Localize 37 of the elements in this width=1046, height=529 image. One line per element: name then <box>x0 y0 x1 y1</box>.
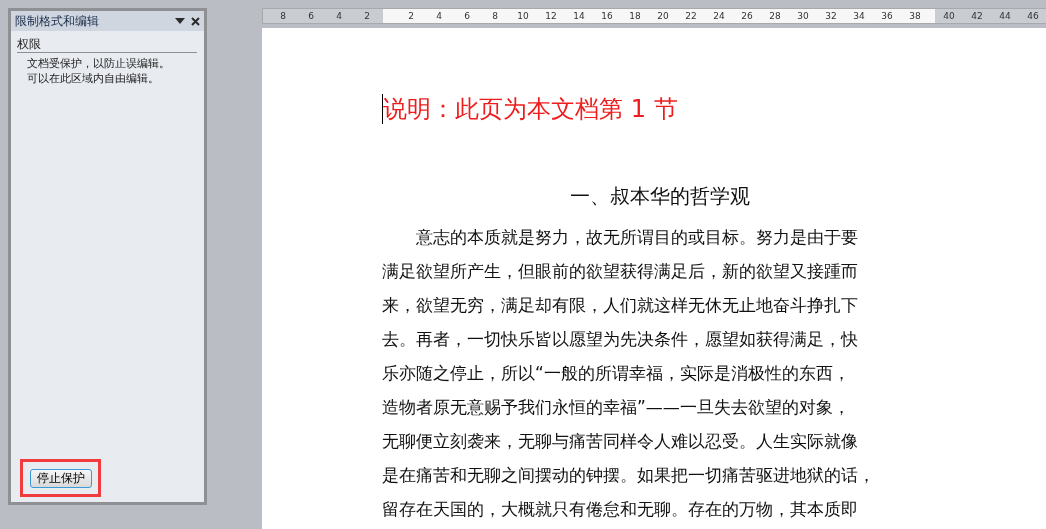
ruler-label: 28 <box>768 10 782 23</box>
ruler-label: 26 <box>740 10 754 23</box>
dropdown-icon[interactable] <box>175 18 185 24</box>
ruler-label: 36 <box>880 10 894 23</box>
ruler-label: 4 <box>435 10 443 23</box>
body-paragraph: 意志的本质就是努力，故无所谓目的或目标。努力是由于要 满足欲望所产生，但眼前的欲望获得满足后，新的欲望又接踵而 来，欲望无穷，满足却有限，人们就这样无休无止地奋斗挣扎下 去。再者，一切快乐皆以愿望为先决条件，愿望如获得满足，快 乐亦随之停止，所以“一般的所谓幸福，实际是消极性的东西， 造物者原无意赐予我们永恒的幸福”——一旦失去欲望的对象， 无聊便立刻袭来，无聊与痛苦同样令人难以忍受。人生实际就像 是在痛苦和无聊之间摆动的钟摆。如果把一切痛苦驱进地狱的话， 留存在天国的，大概就只有倦怠和无聊。存在的万物，其本质即 <box>382 226 875 521</box>
ruler-label: 42 <box>970 10 984 23</box>
ruler-label: 22 <box>684 10 698 23</box>
pane-title: 限制格式和编辑 <box>15 12 100 30</box>
ruler-label: 6 <box>463 10 471 23</box>
status-message: 可以在此区域内自由编辑。 <box>27 71 160 86</box>
status-message: 文档受保护，以防止误编辑。 <box>27 56 171 71</box>
ruler-label: 12 <box>544 10 558 23</box>
close-icon[interactable] <box>191 16 200 26</box>
ruler-label: 16 <box>600 10 614 23</box>
ruler-label: 24 <box>712 10 726 23</box>
ruler-label: 6 <box>307 10 315 23</box>
ruler-label: 10 <box>516 10 530 23</box>
ruler-label: 40 <box>942 10 956 23</box>
ruler-label: 4 <box>335 10 343 23</box>
ruler-label: 44 <box>998 10 1012 23</box>
ruler-label: 20 <box>656 10 670 23</box>
ruler-label: 46 <box>1026 10 1040 23</box>
ruler-label: 34 <box>852 10 866 23</box>
section-heading: 一、叔本华的哲学观 <box>568 183 751 210</box>
stop-protection-button[interactable]: 停止保护 <box>29 468 92 488</box>
ruler-label: 14 <box>572 10 586 23</box>
ruler-label: 30 <box>796 10 810 23</box>
ruler-label: 2 <box>407 10 415 23</box>
ruler-label: 8 <box>279 10 287 23</box>
ruler-label: 38 <box>908 10 922 23</box>
ruler-label: 32 <box>824 10 838 23</box>
ruler-label: 2 <box>363 10 371 23</box>
ruler-label: 18 <box>628 10 642 23</box>
note-text: 说明：此页为本文档第 1 节 <box>382 94 678 124</box>
section-label: 权限 <box>17 37 197 53</box>
ruler-label: 8 <box>491 10 499 23</box>
